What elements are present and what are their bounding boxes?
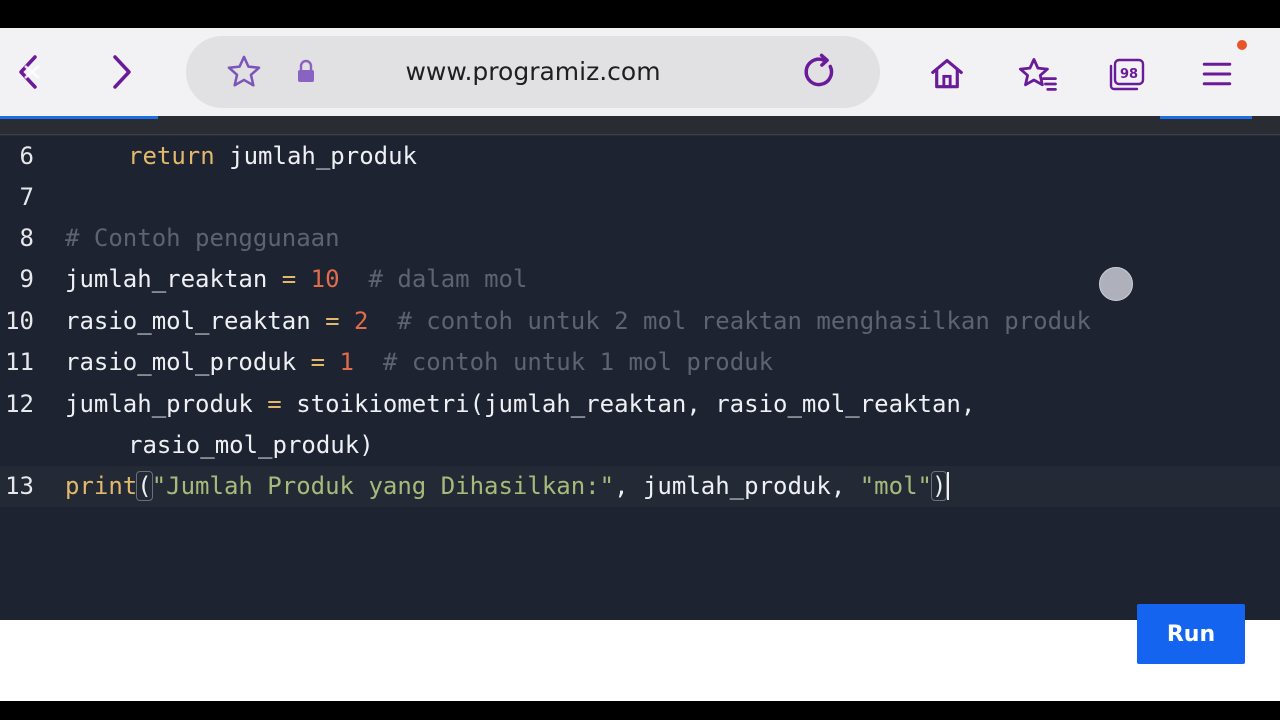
code-token: = bbox=[325, 307, 340, 335]
code-token: "Jumlah Produk yang Dihasilkan:" bbox=[151, 472, 615, 500]
tab-separator bbox=[0, 134, 1280, 135]
line-number: 12 bbox=[5, 390, 34, 418]
code-token: jumlah_reaktan bbox=[65, 265, 282, 293]
code-line[interactable]: rasio_mol_produk) bbox=[0, 425, 1280, 466]
bookmarks-star-list-icon bbox=[1019, 58, 1057, 91]
code-token: , jumlah_produk, bbox=[614, 472, 860, 500]
code-token: = bbox=[310, 348, 326, 376]
code-line[interactable]: 11 rasio_mol_produk = 1 # contoh untuk 1 … bbox=[0, 342, 1280, 383]
code-text: # Contoh penggunaan bbox=[65, 218, 340, 259]
code-token: # contoh untuk 1 mol produk bbox=[382, 348, 774, 376]
menu-button[interactable] bbox=[1193, 50, 1241, 98]
code-token: = bbox=[267, 390, 282, 418]
line-number: 13 bbox=[5, 472, 34, 500]
code-line[interactable]: 6 return jumlah_produk bbox=[0, 136, 1280, 177]
top-black-bar bbox=[0, 0, 1280, 28]
code-text: rasio_mol_reaktan = 2 # contoh untuk 2 m… bbox=[65, 301, 1091, 342]
code-token: # dalam mol bbox=[368, 265, 528, 293]
run-button[interactable]: Run bbox=[1137, 604, 1245, 664]
url-text: www.programiz.com bbox=[405, 57, 661, 86]
line-number: 8 bbox=[19, 224, 34, 252]
code-token: 2 bbox=[354, 307, 369, 335]
bottom-black-bar bbox=[0, 701, 1280, 720]
code-line[interactable]: 13 print("Jumlah Produk yang Dihasilkan:"… bbox=[0, 466, 1280, 507]
code-line[interactable]: 12 jumlah_produk = stoikiometri(jumlah_re… bbox=[0, 384, 1280, 425]
code-token: "mol" bbox=[859, 472, 932, 500]
code-text: jumlah_reaktan = 10 # dalam mol bbox=[65, 259, 527, 300]
line-number: 7 bbox=[19, 183, 34, 211]
reload-icon bbox=[804, 53, 834, 87]
code-token: ) bbox=[930, 471, 948, 501]
code-token: jumlah_produk bbox=[214, 142, 417, 170]
code-line[interactable]: 9 jumlah_reaktan = 10 # dalam mol bbox=[0, 259, 1280, 300]
tabs-count: 98 bbox=[1120, 67, 1138, 82]
reload-button[interactable] bbox=[798, 50, 842, 94]
bookmarks-button[interactable] bbox=[1013, 50, 1061, 98]
code-token: 1 bbox=[339, 348, 354, 376]
text-caret bbox=[947, 472, 950, 500]
tabs-button[interactable]: 98 bbox=[1103, 50, 1151, 98]
code-token: rasio_mol_reaktan bbox=[65, 307, 326, 335]
code-line[interactable]: 7 bbox=[0, 177, 1280, 218]
home-icon bbox=[931, 58, 963, 89]
line-number: 6 bbox=[19, 142, 34, 170]
code-token: rasio_mol_produk bbox=[65, 348, 311, 376]
code-line[interactable]: 8 # Contoh penggunaan bbox=[0, 218, 1280, 259]
code-token: ( bbox=[136, 471, 153, 501]
hamburger-menu-icon bbox=[1202, 62, 1232, 86]
editor-tab-strip bbox=[0, 116, 1280, 136]
code-text: print("Jumlah Produk yang Dihasilkan:", … bbox=[65, 466, 950, 507]
line-number: 9 bbox=[19, 265, 34, 293]
code-token: # Contoh penggunaan bbox=[65, 224, 340, 252]
code-token: rasio_mol_produk) bbox=[128, 431, 374, 459]
code-token: stoikiometri(jumlah_reaktan, rasio_mol_r… bbox=[281, 390, 976, 418]
forward-button[interactable] bbox=[98, 50, 142, 94]
tab-indicator-right bbox=[1160, 116, 1252, 119]
code-text: rasio_mol_produk) bbox=[128, 425, 374, 466]
chevron-left-icon bbox=[19, 55, 40, 89]
code-token: 10 bbox=[310, 265, 340, 293]
code-token: print bbox=[65, 472, 138, 500]
bottom-panel bbox=[0, 620, 1280, 701]
code-token: = bbox=[281, 265, 297, 293]
chevron-right-icon bbox=[113, 55, 131, 89]
address-bar[interactable]: www.programiz.com bbox=[186, 36, 880, 108]
active-tab-indicator bbox=[0, 116, 158, 119]
code-token: return bbox=[128, 142, 215, 170]
code-text: rasio_mol_produk = 1 # contoh untuk 1 mo… bbox=[65, 342, 773, 383]
code-token: jumlah_produk bbox=[65, 390, 268, 418]
browser-toolbar: www.programiz.com 98 bbox=[0, 28, 1280, 116]
tabs-icon: 98 bbox=[1109, 58, 1145, 91]
notification-dot bbox=[1237, 40, 1247, 50]
touch-pointer-indicator bbox=[1099, 267, 1133, 301]
back-button[interactable] bbox=[6, 50, 50, 94]
code-token: # contoh untuk 2 mol reaktan menghasilka… bbox=[397, 307, 1091, 335]
line-number: 11 bbox=[5, 348, 34, 376]
code-line[interactable]: 10 rasio_mol_reaktan = 2 # contoh untuk 2… bbox=[0, 301, 1280, 342]
home-button[interactable] bbox=[923, 50, 971, 98]
code-editor[interactable]: 6 return jumlah_produk 7 8 # Contoh pengguna… bbox=[0, 136, 1280, 620]
code-text: return jumlah_produk bbox=[128, 136, 417, 177]
code-text: jumlah_produk = stoikiometri(jumlah_reak… bbox=[65, 384, 975, 425]
line-number: 10 bbox=[5, 307, 34, 335]
